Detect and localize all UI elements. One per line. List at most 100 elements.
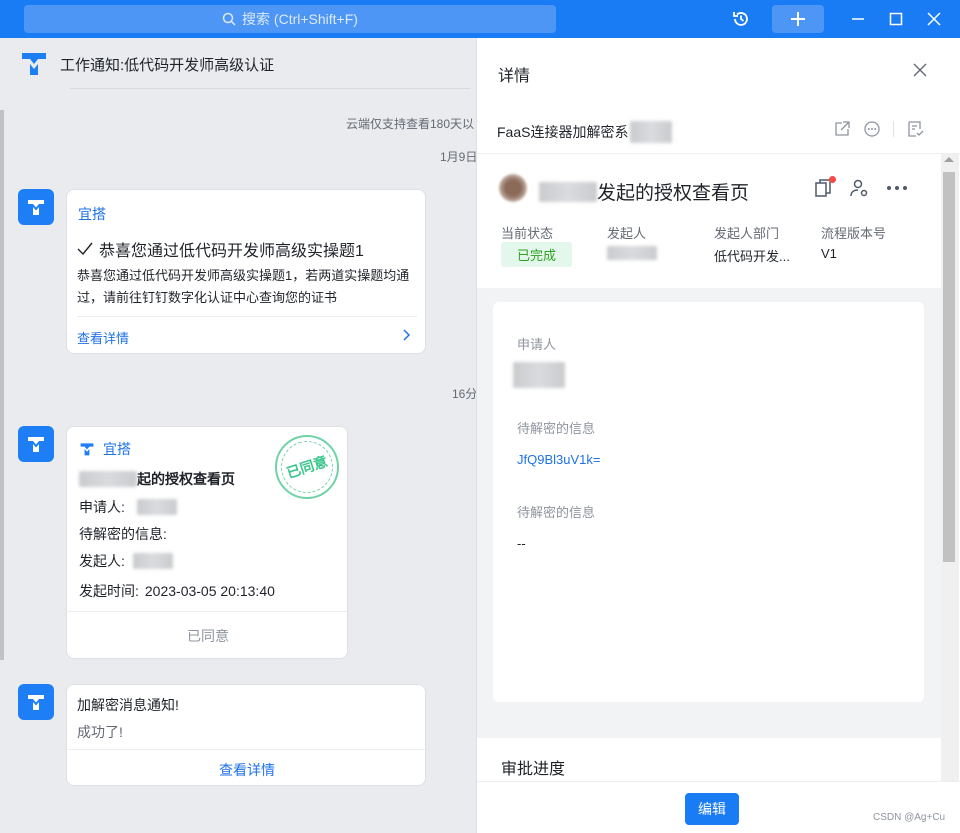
open-external-icon[interactable] bbox=[833, 120, 851, 138]
redacted-text bbox=[630, 121, 673, 143]
summary-actions bbox=[813, 176, 909, 198]
left-edge-bar bbox=[0, 110, 4, 660]
card-source: 宜搭 bbox=[79, 439, 131, 459]
flow-name-text: FaaS连接器加解密系 bbox=[497, 124, 629, 140]
user-settings-icon[interactable] bbox=[849, 178, 869, 198]
summary-section: 发起的授权查看页 当前状态 已完成 发起人 发起人部门 低代码开发... 流程版… bbox=[477, 154, 941, 288]
timestamp: 16分 bbox=[452, 387, 476, 401]
dept-value: 低代码开发... bbox=[714, 249, 790, 264]
form-details-card: 申请人 待解密的信息 JfQ9Bl3uV1k= 待解密的信息 -- bbox=[493, 302, 924, 702]
approved-status: 已同意 bbox=[187, 628, 229, 644]
panel-footer: 编辑 CSDN @Ag+Cu bbox=[477, 781, 960, 833]
scrollbar-thumb[interactable] bbox=[943, 172, 955, 562]
approved-stamp: 已同意 bbox=[274, 434, 340, 500]
yida-logo-icon bbox=[22, 53, 46, 75]
close-icon[interactable] bbox=[919, 5, 949, 33]
close-icon[interactable] bbox=[910, 60, 930, 80]
applicant-label: 申请人 bbox=[517, 337, 557, 352]
info2-value: -- bbox=[517, 536, 526, 551]
card-source: 宜搭 bbox=[78, 206, 106, 222]
avatar[interactable] bbox=[18, 189, 54, 225]
card-subtitle: 成功了! bbox=[77, 724, 123, 740]
summary-title: 发起的授权查看页 bbox=[539, 178, 749, 205]
chat-header: 工作通知:低代码开发师高级认证 bbox=[0, 38, 476, 90]
redacted-value bbox=[513, 362, 565, 388]
maximize-icon[interactable] bbox=[881, 5, 911, 33]
search-input[interactable]: 搜索 (Ctrl+Shift+F) bbox=[24, 5, 556, 33]
card-divider bbox=[67, 749, 425, 750]
info2-label: 待解密的信息 bbox=[517, 505, 596, 520]
detail-scroll-area[interactable]: 发起的授权查看页 当前状态 已完成 发起人 发起人部门 低代码开发... 流程版… bbox=[477, 154, 941, 781]
panel-title: 详情 bbox=[498, 68, 531, 85]
redacted-value bbox=[132, 553, 173, 569]
timestamp: 1月9日 bbox=[440, 150, 476, 164]
info1-label: 待解密的信息 bbox=[517, 421, 596, 436]
time-row: 发起时间: 2023-03-05 20:13:40 bbox=[79, 581, 275, 601]
check-icon bbox=[77, 242, 93, 256]
info-label: 待解密的信息: bbox=[79, 526, 167, 542]
avatar bbox=[499, 174, 527, 202]
more-circle-icon[interactable] bbox=[863, 120, 881, 138]
scroll-up-arrow-icon[interactable] bbox=[944, 157, 954, 162]
minimize-icon[interactable] bbox=[843, 5, 873, 33]
flow-name: FaaS连接器加解密系 bbox=[497, 121, 673, 143]
copy-doc-icon[interactable] bbox=[813, 176, 836, 198]
summary-title-text: 发起的授权查看页 bbox=[597, 183, 750, 204]
edit-button[interactable]: 编辑 bbox=[685, 793, 739, 825]
version-value: V1 bbox=[821, 246, 837, 261]
redacted-value bbox=[136, 499, 177, 515]
info1-value[interactable]: JfQ9Bl3uV1k= bbox=[517, 452, 600, 467]
status-badge: 已完成 bbox=[501, 242, 573, 267]
scrollbar[interactable] bbox=[941, 154, 959, 781]
message-card-authorization[interactable]: 宜搭 起的授权查看页 申请人: 待解密的信息: 发起人: 发起时间: 2023-… bbox=[66, 426, 348, 659]
card-title: 恭喜您通过低代码开发师高级实操题1 bbox=[77, 237, 364, 261]
initiator-label: 发起人 bbox=[607, 226, 647, 241]
more-icon[interactable] bbox=[885, 178, 909, 198]
task-check-icon[interactable] bbox=[906, 120, 924, 138]
card-title-text: 恭喜您通过低代码开发师高级实操题1 bbox=[99, 243, 364, 260]
time-value: 2023-03-05 20:13:40 bbox=[144, 583, 275, 599]
avatar[interactable] bbox=[18, 684, 54, 720]
chat-title: 工作通知:低代码开发师高级认证 bbox=[60, 56, 275, 74]
info-row: 待解密的信息: bbox=[79, 524, 167, 544]
applicant-row: 申请人: bbox=[79, 497, 177, 517]
redacted-value bbox=[607, 246, 657, 260]
history-icon[interactable] bbox=[725, 5, 757, 33]
view-details-link[interactable]: 查看详情 bbox=[77, 328, 129, 347]
chevron-right-icon[interactable] bbox=[403, 328, 411, 344]
card-divider bbox=[77, 316, 417, 317]
header-divider bbox=[70, 88, 470, 89]
detail-panel: 详情 FaaS连接器加解密系 发起的授权查看页 当前状态 已完成 发起人 发起人… bbox=[476, 38, 960, 833]
version-label: 流程版本号 bbox=[821, 226, 887, 241]
applicant-label: 申请人: bbox=[79, 499, 125, 515]
plus-icon[interactable] bbox=[772, 5, 824, 33]
icon-separator bbox=[893, 121, 894, 137]
initiator-label: 发起人: bbox=[79, 553, 125, 569]
card-body: 恭喜您通过低代码开发师高级实操题1，若两道实操题均通过，请前往钉钉数字化认证中心… bbox=[77, 268, 410, 305]
notification-dot bbox=[829, 176, 836, 183]
watermark: CSDN @Ag+Cu bbox=[873, 812, 946, 823]
search-placeholder: 搜索 (Ctrl+Shift+F) bbox=[242, 11, 358, 27]
redacted-name bbox=[79, 471, 137, 487]
card-title-text: 起的授权查看页 bbox=[137, 471, 235, 487]
initiator-row: 发起人: bbox=[79, 551, 173, 571]
yida-logo-icon bbox=[80, 443, 94, 456]
flow-actions bbox=[833, 120, 924, 138]
card-title: 起的授权查看页 bbox=[79, 469, 235, 489]
message-card-decrypt[interactable]: 加解密消息通知! 成功了! 查看详情 bbox=[66, 684, 426, 786]
avatar[interactable] bbox=[18, 426, 54, 462]
view-details-link[interactable]: 查看详情 bbox=[67, 760, 425, 780]
stamp-text: 已同意 bbox=[274, 434, 340, 500]
progress-title: 审批进度 bbox=[501, 761, 566, 778]
card-title: 加解密消息通知! bbox=[77, 697, 179, 713]
redacted-name bbox=[539, 181, 597, 202]
chat-pane: 工作通知:低代码开发师高级认证 云端仅支持查看180天以 1月9日 宜搭 恭喜您… bbox=[0, 38, 476, 833]
title-bar: 搜索 (Ctrl+Shift+F) bbox=[0, 0, 960, 38]
status-label: 当前状态 bbox=[501, 226, 554, 241]
card-divider bbox=[67, 611, 347, 612]
approval-progress-section: 审批进度 bbox=[477, 738, 941, 781]
search-icon bbox=[222, 12, 236, 26]
message-card-certification[interactable]: 宜搭 恭喜您通过低代码开发师高级实操题1 恭喜您通过低代码开发师高级实操题1，若… bbox=[66, 189, 426, 354]
time-label: 发起时间: bbox=[79, 583, 139, 599]
dept-label: 发起人部门 bbox=[714, 226, 780, 241]
